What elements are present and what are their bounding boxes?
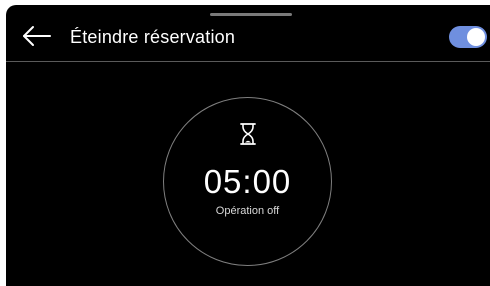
timer-display: 05:00 xyxy=(203,163,292,200)
hourglass-icon xyxy=(239,122,257,146)
app-screen: Éteindre réservation 05:00 Opération off xyxy=(6,5,490,286)
reservation-toggle[interactable] xyxy=(449,26,487,48)
header-divider xyxy=(6,61,490,62)
toggle-knob xyxy=(467,28,485,46)
header-bar: Éteindre réservation xyxy=(6,5,490,63)
arrow-left-icon xyxy=(23,26,51,46)
back-button[interactable] xyxy=(20,23,54,49)
page-title: Éteindre réservation xyxy=(70,27,236,47)
operation-status: Opération off xyxy=(215,205,280,217)
